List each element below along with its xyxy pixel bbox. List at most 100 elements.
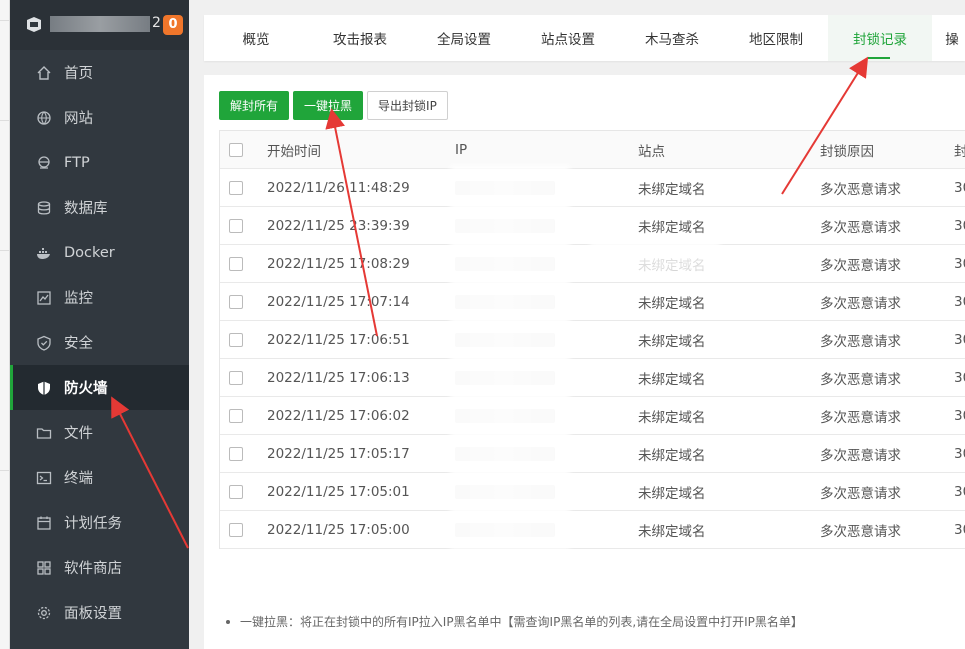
table-row: 2022/11/25 17:05:00 未绑定域名 多次恶意请求 30 [220,511,965,549]
row-checkbox[interactable] [229,522,243,537]
sidebar-item-database[interactable]: 数据库 [10,185,189,230]
start-time: 2022/11/25 17:05:01 [267,483,410,500]
table-row: 2022/11/25 17:06:13 未绑定域名 多次恶意请求 30 [220,359,965,397]
sidebar-item-docker[interactable]: Docker [10,230,189,275]
row-checkbox-cell [220,218,267,233]
table-row: 2022/11/25 17:06:02 未绑定域名 多次恶意请求 30 [220,397,965,435]
toolbar: 解封所有 一键拉黑 导出封锁IP [219,91,448,120]
row-checkbox[interactable] [229,408,243,423]
sidebar-item-files[interactable]: 文件 [10,410,189,455]
header-checkbox-cell [220,142,267,157]
sidebar-item-label: 面板设置 [64,606,122,622]
monitor-icon [36,290,52,306]
row-checkbox-cell [220,256,267,271]
sidebar-item-cron[interactable]: 计划任务 [10,500,189,545]
block-duration: 30 [954,293,965,310]
unblock-all-button[interactable]: 解封所有 [219,91,290,120]
block-duration: 30 [954,369,965,386]
site: 未绑定域名 [638,333,706,350]
sidebar-item-monitor[interactable]: 监控 [10,275,189,320]
tab-trojan-scan[interactable]: 木马查杀 [620,15,724,61]
table-row: 2022/11/26 11:48:29 未绑定域名 多次恶意请求 30 [220,169,965,207]
row-checkbox-cell [220,484,267,499]
row-checkbox[interactable] [229,446,243,461]
row-checkbox-cell [220,370,267,385]
tab-attack-report[interactable]: 攻击报表 [308,15,412,61]
table-row: 2022/11/25 17:07:14 未绑定域名 多次恶意请求 30 [220,283,965,321]
sidebar-item-label: 安全 [64,336,93,352]
block-records-table: 开始时间 IP 站点 封锁原因 封 2022/11/26 11:48:29 未绑定… [219,130,965,549]
row-checkbox[interactable] [229,218,243,233]
block-reason: 多次恶意请求 [820,447,901,464]
header-start-time: 开始时间 [267,143,321,160]
row-checkbox-cell [220,446,267,461]
header-ip: IP [455,141,468,158]
row-checkbox-cell [220,332,267,347]
tab-global-settings[interactable]: 全局设置 [412,15,516,61]
start-time: 2022/11/26 11:48:29 [267,179,410,196]
block-duration: 30 [954,255,965,272]
row-checkbox[interactable] [229,484,243,499]
home-icon [36,65,52,81]
site: 未绑定域名 [638,447,706,464]
sidebar-item-label: 终端 [64,471,93,487]
sidebar-item-app-store[interactable]: 软件商店 [10,545,189,590]
block-reason: 多次恶意请求 [820,333,901,350]
sidebar-item-security[interactable]: 安全 [10,320,189,365]
redaction-blur [450,165,570,550]
block-duration: 30 [954,179,965,196]
redaction-blur [590,235,720,275]
sidebar-item-firewall[interactable]: 防火墙 [10,365,189,410]
sidebar-item-label: 首页 [64,66,93,82]
tab-overview[interactable]: 概览 [204,15,308,61]
export-blocked-ip-button[interactable]: 导出封锁IP [367,91,448,120]
tab-site-settings[interactable]: 站点设置 [516,15,620,61]
sidebar-item-label: Docker [64,244,115,261]
block-duration: 30 [954,217,965,234]
row-checkbox[interactable] [229,332,243,347]
sidebar-item-ftp[interactable]: FTP [10,140,189,185]
header-site: 站点 [638,143,665,160]
table-row: 2022/11/25 17:06:51 未绑定域名 多次恶意请求 30 [220,321,965,359]
sidebar-item-panel-settings[interactable]: 面板设置 [10,590,189,635]
sidebar-item-label: 文件 [64,426,93,442]
sidebar-item-home[interactable]: 首页 [10,50,189,95]
firewall-tabs: 概览 攻击报表 全局设置 站点设置 木马查杀 地区限制 封锁记录 操 [204,15,965,61]
table-header: 开始时间 IP 站点 封锁原因 封 [220,131,965,169]
tab-operation-log[interactable]: 操 [932,15,965,61]
sidebar-item-label: FTP [64,154,90,171]
apps-grid-icon [36,560,52,576]
panel-logo-icon [27,17,41,32]
gear-icon [36,605,52,621]
block-duration: 30 [954,521,965,538]
sidebar-item-terminal[interactable]: 终端 [10,455,189,500]
block-reason: 多次恶意请求 [820,219,901,236]
main-content: 概览 攻击报表 全局设置 站点设置 木马查杀 地区限制 封锁记录 操 解封所有 … [189,0,965,649]
select-all-checkbox[interactable] [229,142,243,157]
message-badge[interactable]: 0 [163,15,183,35]
site: 未绑定域名 [638,409,706,426]
row-checkbox-cell [220,522,267,537]
row-checkbox[interactable] [229,180,243,195]
header-block-reason: 封锁原因 [820,143,874,160]
sidebar: 2 0 首页 网站 FTP 数据库 Docker 监控 安全 防火墙 文件 终端… [10,0,189,649]
block-records-panel: 解封所有 一键拉黑 导出封锁IP 开始时间 IP 站点 封锁原因 封 2022/… [204,75,965,649]
shield-check-icon [36,335,52,351]
sidebar-item-website[interactable]: 网站 [10,95,189,140]
start-time: 2022/11/25 17:07:14 [267,293,410,310]
tab-region-limit[interactable]: 地区限制 [724,15,828,61]
block-reason: 多次恶意请求 [820,523,901,540]
row-checkbox[interactable] [229,294,243,309]
sidebar-item-label: 网站 [64,111,93,127]
block-duration: 30 [954,483,965,500]
blacklist-all-button[interactable]: 一键拉黑 [293,91,364,120]
user-name-suffix: 2 [152,15,161,31]
tab-block-records[interactable]: 封锁记录 [828,15,932,61]
firewall-shield-icon [36,380,52,396]
folder-icon [36,425,52,441]
block-duration: 30 [954,331,965,348]
row-checkbox[interactable] [229,370,243,385]
site: 未绑定域名 [638,523,706,540]
start-time: 2022/11/25 17:06:02 [267,407,410,424]
row-checkbox[interactable] [229,256,243,271]
